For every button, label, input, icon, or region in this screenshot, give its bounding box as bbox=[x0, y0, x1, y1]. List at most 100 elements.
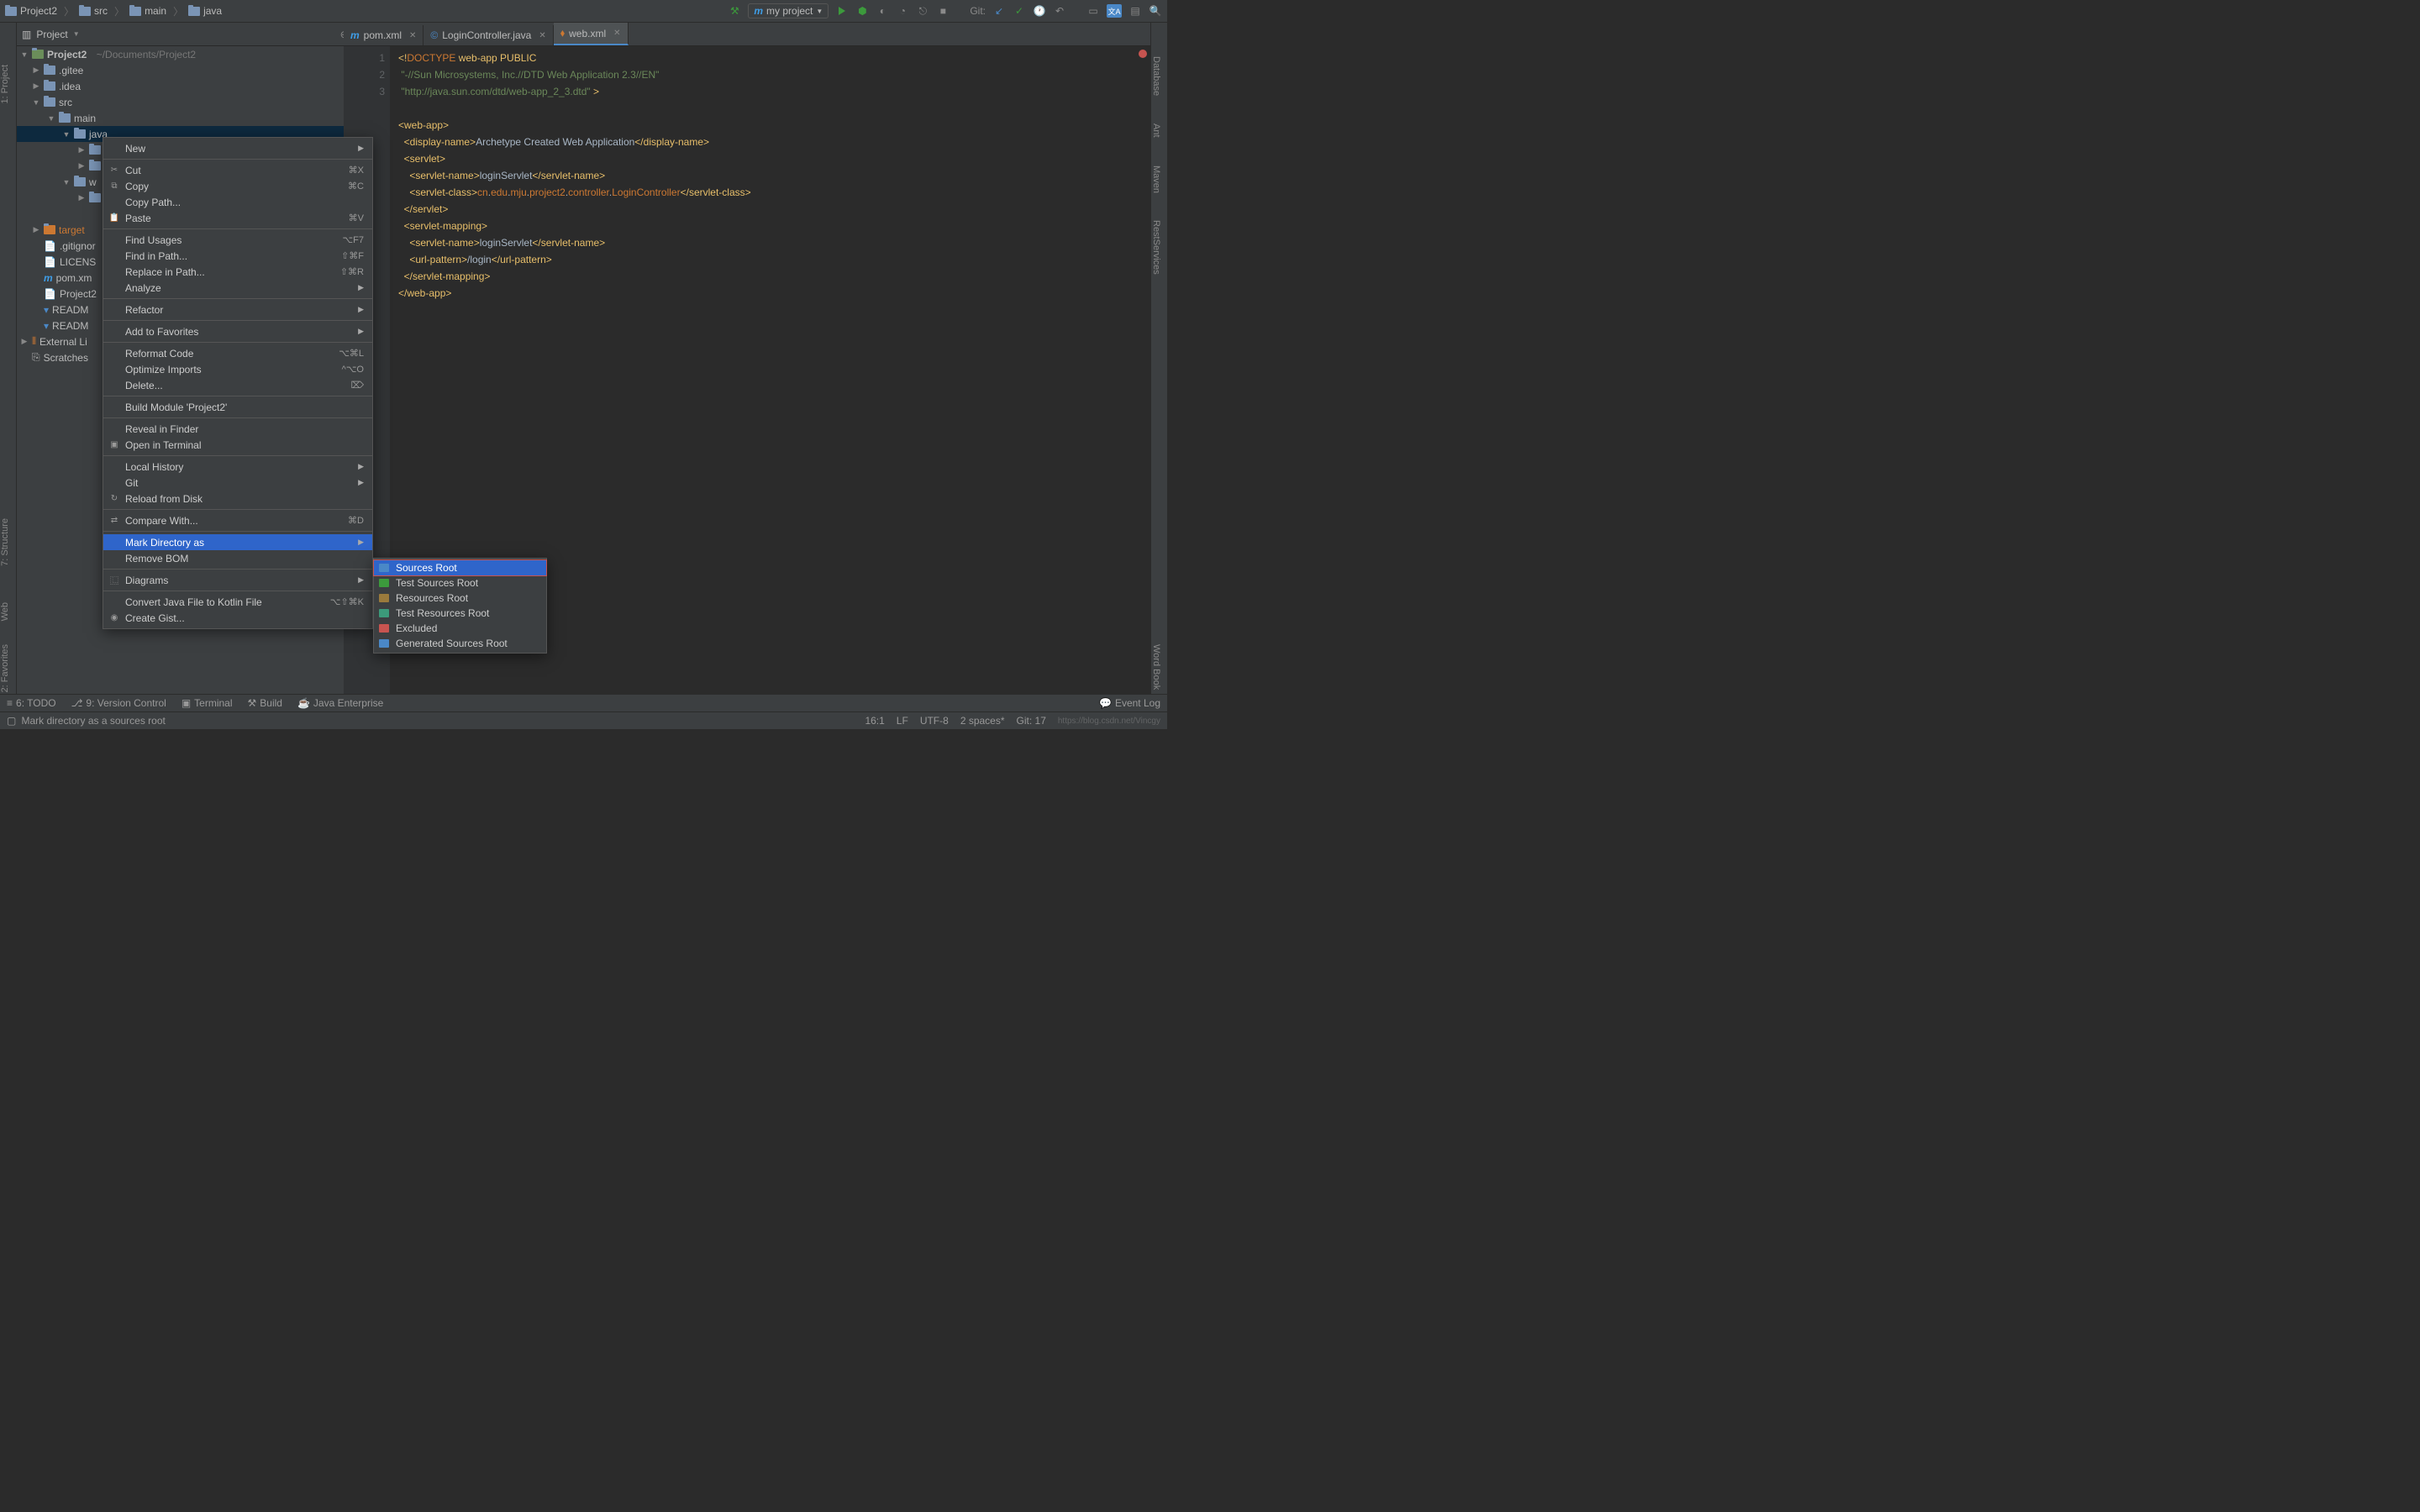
menu-item[interactable]: ⧉Copy⌘C bbox=[103, 178, 372, 194]
tree-item[interactable]: ▼main bbox=[17, 110, 344, 126]
menu-item[interactable]: Delete...⌦ bbox=[103, 377, 372, 393]
folder-icon bbox=[379, 579, 389, 587]
menu-item[interactable]: Convert Java File to Kotlin File⌥⇧⌘K bbox=[103, 594, 372, 610]
revert-icon[interactable]: ↶ bbox=[1053, 4, 1066, 18]
menu-item[interactable]: Reformat Code⌥⌘L bbox=[103, 345, 372, 361]
tool-tab-terminal[interactable]: ▣ Terminal bbox=[182, 697, 233, 709]
menu-item[interactable]: Remove BOM bbox=[103, 550, 372, 566]
tool-tab-favorites[interactable]: 2: Favorites bbox=[0, 644, 10, 692]
tree-root[interactable]: ▼Project2 ~/Documents/Project2 bbox=[17, 46, 344, 62]
tool-tab-restservices[interactable]: RestServices bbox=[1151, 220, 1161, 275]
menu-item[interactable]: Build Module 'Project2' bbox=[103, 399, 372, 415]
submenu-item[interactable]: Test Resources Root bbox=[374, 606, 546, 621]
menu-item-icon: ⧉ bbox=[108, 181, 120, 192]
right-tool-stripe: Database Ant Maven RestServices Word Boo… bbox=[1150, 23, 1167, 712]
tool-tab-jee[interactable]: ☕ Java Enterprise bbox=[297, 697, 383, 709]
editor-tab-webxml[interactable]: ⬧web.xml✕ bbox=[554, 23, 629, 45]
menu-item[interactable]: ✂Cut⌘X bbox=[103, 162, 372, 178]
debug-icon[interactable]: ⬢ bbox=[855, 4, 869, 18]
menu-item[interactable]: 📋Paste⌘V bbox=[103, 210, 372, 226]
tool-tab-project[interactable]: 1: Project bbox=[0, 65, 10, 103]
tool-tab-database[interactable]: Database bbox=[1151, 56, 1161, 96]
menu-item[interactable]: ↻Reload from Disk bbox=[103, 491, 372, 507]
left-tool-stripe: 1: Project 7: Structure Web 2: Favorites bbox=[0, 23, 17, 712]
tool-tab-todo[interactable]: ≡ 6: TODO bbox=[7, 697, 56, 709]
submenu-arrow-icon: ▶ bbox=[358, 305, 364, 314]
git-update-icon[interactable]: ↙ bbox=[992, 4, 1006, 18]
tool-tab-eventlog[interactable]: 💬 Event Log bbox=[1099, 697, 1160, 709]
submenu-item[interactable]: Sources Root bbox=[374, 560, 546, 575]
tool-tab-ant[interactable]: Ant bbox=[1151, 123, 1161, 138]
tool-tab-maven[interactable]: Maven bbox=[1151, 165, 1161, 193]
breadcrumb-item[interactable]: Project2〉 bbox=[5, 4, 77, 18]
translate-icon[interactable]: 文A bbox=[1107, 4, 1122, 18]
menu-item[interactable]: ◉Create Gist... bbox=[103, 610, 372, 626]
close-icon[interactable]: ✕ bbox=[539, 31, 545, 40]
profile-icon[interactable]: ◔ bbox=[896, 4, 909, 18]
status-hint: Mark directory as a sources root bbox=[21, 715, 165, 727]
menu-item[interactable]: Local History▶ bbox=[103, 459, 372, 475]
submenu-item[interactable]: Test Sources Root bbox=[374, 575, 546, 591]
menu-item[interactable]: Copy Path... bbox=[103, 194, 372, 210]
project-panel-title[interactable]: Project bbox=[36, 29, 67, 40]
menu-item[interactable]: Refactor▶ bbox=[103, 302, 372, 318]
menu-item-icon: ▣ bbox=[108, 439, 120, 451]
indent[interactable]: 2 spaces* bbox=[960, 715, 1005, 727]
run-config-selector[interactable]: m my project ▼ bbox=[748, 3, 829, 18]
windows-icon[interactable]: ▢ bbox=[7, 715, 16, 727]
submenu-arrow-icon: ▶ bbox=[358, 538, 364, 547]
menu-item[interactable]: Reveal in Finder bbox=[103, 421, 372, 437]
menu-item-icon: ⿺ bbox=[108, 575, 120, 586]
tool-tab-web[interactable]: Web bbox=[0, 602, 10, 621]
tool-tab-build[interactable]: ⚒ Build bbox=[248, 697, 282, 709]
ide-settings-icon[interactable]: ▤ bbox=[1128, 4, 1142, 18]
error-stripe-icon[interactable] bbox=[1139, 50, 1147, 58]
breadcrumb-item[interactable]: java bbox=[188, 5, 222, 17]
menu-item[interactable]: Optimize Imports^⌥O bbox=[103, 361, 372, 377]
tool-tab-wordbook[interactable]: Word Book bbox=[1151, 644, 1161, 690]
menu-item[interactable]: Add to Favorites▶ bbox=[103, 323, 372, 339]
tool-tab-structure[interactable]: 7: Structure bbox=[0, 518, 10, 566]
breadcrumb-item[interactable]: src〉 bbox=[79, 4, 128, 18]
line-separator[interactable]: LF bbox=[897, 715, 908, 727]
history-icon[interactable]: 🕐 bbox=[1033, 4, 1046, 18]
menu-item-label: Optimize Imports bbox=[125, 364, 202, 375]
editor-tab-controller[interactable]: ©LoginController.java✕ bbox=[424, 25, 553, 45]
top-bar: Project2〉 src〉 main〉 java ⚒ m my project… bbox=[0, 0, 1167, 23]
encoding[interactable]: UTF-8 bbox=[920, 715, 949, 727]
scratches-icon: ⎘ bbox=[32, 351, 40, 364]
menu-item[interactable]: ⇄Compare With...⌘D bbox=[103, 512, 372, 528]
search-icon[interactable]: 🔍 bbox=[1149, 4, 1162, 18]
menu-item[interactable]: Git▶ bbox=[103, 475, 372, 491]
menu-item[interactable]: ▣Open in Terminal bbox=[103, 437, 372, 453]
menu-separator bbox=[103, 298, 372, 299]
menu-item[interactable]: Find in Path...⇧⌘F bbox=[103, 248, 372, 264]
menu-item[interactable]: ⿺Diagrams▶ bbox=[103, 572, 372, 588]
git-commit-icon[interactable]: ✓ bbox=[1013, 4, 1026, 18]
tree-item[interactable]: ▶.gitee bbox=[17, 62, 344, 78]
tree-item[interactable]: ▼src bbox=[17, 94, 344, 110]
attach-icon[interactable]: ⎋ bbox=[916, 4, 929, 18]
submenu-item[interactable]: Resources Root bbox=[374, 591, 546, 606]
chevron-down-icon[interactable]: ▼ bbox=[73, 30, 80, 38]
close-icon[interactable]: ✕ bbox=[409, 31, 416, 40]
submenu-item[interactable]: Generated Sources Root bbox=[374, 636, 546, 651]
menu-item[interactable]: Analyze▶ bbox=[103, 280, 372, 296]
run-icon[interactable] bbox=[835, 4, 849, 18]
editor-tab-pom[interactable]: mpom.xml✕ bbox=[344, 25, 424, 45]
close-icon[interactable]: ✕ bbox=[613, 29, 620, 38]
tool-tab-vcs[interactable]: ⎇ 9: Version Control bbox=[71, 697, 166, 709]
coverage-icon[interactable]: ◐ bbox=[876, 4, 889, 18]
menu-item[interactable]: New▶ bbox=[103, 140, 372, 156]
tree-item[interactable]: ▶.idea bbox=[17, 78, 344, 94]
menu-item[interactable]: Find Usages⌥F7 bbox=[103, 232, 372, 248]
menu-item[interactable]: Mark Directory as▶ bbox=[103, 534, 372, 550]
git-branch[interactable]: Git: 17 bbox=[1017, 715, 1046, 727]
caret-position[interactable]: 16:1 bbox=[865, 715, 884, 727]
breadcrumb-item[interactable]: main〉 bbox=[129, 4, 187, 18]
menu-item[interactable]: Replace in Path...⇧⌘R bbox=[103, 264, 372, 280]
stop-icon[interactable]: ■ bbox=[936, 4, 950, 18]
hammer-icon[interactable]: ⚒ bbox=[728, 4, 741, 18]
hide-tool-icon[interactable]: ▭ bbox=[1086, 4, 1100, 18]
submenu-item[interactable]: Excluded bbox=[374, 621, 546, 636]
